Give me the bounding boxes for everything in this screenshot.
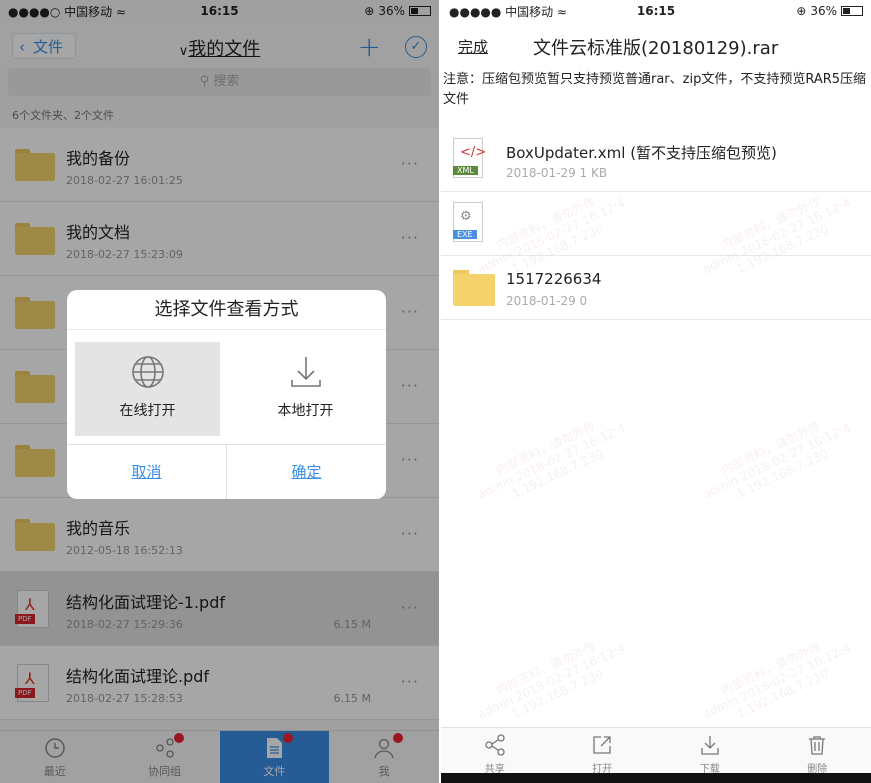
clock: 16:15 bbox=[636, 4, 676, 18]
code-icon: </> bbox=[460, 145, 487, 160]
file-type-tag: XML bbox=[453, 166, 478, 175]
open-local-option[interactable]: 本地打开 bbox=[233, 342, 378, 436]
archive-preview-screen: ●●●●● 中国移动 ≈ 16:15 ⊕ 36% 完成 文件云标准版(20180… bbox=[441, 0, 871, 783]
preview-notice: 注意：压缩包预览暂只支持预览普通rar、zip文件，不支持预览RAR5压缩文件 bbox=[443, 72, 867, 107]
item-name: BoxUpdater.xml (暂不支持压缩包预览) bbox=[506, 144, 777, 162]
screenshot-root: ●●●●○ 中国移动 ≈ 16:15 ⊕ 36% ‹ 文件 ∨我的文件 + ✓ ⚲… bbox=[0, 0, 871, 783]
dialog-buttons: 取消 确定 bbox=[67, 444, 386, 499]
battery: ⊕ 36% bbox=[725, 4, 863, 18]
online-label: 在线打开 bbox=[119, 403, 176, 419]
watermark-line: admin 2018-02-27 16:12:4 bbox=[475, 640, 628, 722]
cancel-button[interactable]: 取消 bbox=[67, 445, 226, 499]
share-icon bbox=[485, 734, 505, 756]
status-bar: ●●●●● 中国移动 ≈ 16:15 ⊕ 36% bbox=[441, 0, 871, 22]
carrier-text: ●●●●● 中国移动 ≈ bbox=[449, 4, 568, 19]
open-mode-dialog: 选择文件查看方式 在线打开 本地打开 取消 确定 bbox=[67, 290, 386, 499]
watermark: 内部资料，请勿外传 admin 2018-02-27 16:12:4 1.192.1… bbox=[470, 408, 634, 514]
exe-file-icon: ⚙ EXE bbox=[453, 202, 483, 242]
dialog-title: 选择文件查看方式 bbox=[67, 290, 386, 330]
watermark: 内部资料，请勿外传 admin 2018-02-27 16:12:4 1.192.1… bbox=[695, 628, 859, 734]
local-label: 本地打开 bbox=[277, 403, 334, 419]
xml-file-icon: </> XML bbox=[453, 138, 487, 178]
watermark: 内部资料，请勿外传 admin 2018-02-27 16:12:4 1.192.1… bbox=[470, 628, 634, 734]
open-online-option[interactable]: 在线打开 bbox=[75, 342, 220, 436]
open-external-icon bbox=[593, 736, 611, 754]
download-icon bbox=[290, 357, 321, 387]
watermark-line: admin 2018-02-27 16:12:4 bbox=[700, 640, 853, 722]
gear-icon: ⚙ bbox=[460, 209, 472, 224]
item-meta: 2018-01-29 0 bbox=[506, 294, 588, 308]
bottom-edge bbox=[441, 773, 871, 783]
alarm-icon: ⊕ bbox=[796, 4, 807, 18]
done-button[interactable]: 完成 bbox=[458, 36, 488, 57]
battery-percent: 36% bbox=[810, 4, 837, 18]
watermark-line: admin 2018-02-27 16:12:4 bbox=[700, 420, 853, 502]
trash-icon bbox=[809, 736, 826, 755]
archive-item[interactable]: </> XML BoxUpdater.xml (暂不支持压缩包预览) 2018-0… bbox=[441, 128, 871, 192]
battery-icon bbox=[841, 6, 863, 16]
watermark: 内部资料，请勿外传 admin 2018-02-27 16:12:4 1.192.1… bbox=[695, 408, 859, 514]
globe-icon bbox=[131, 356, 164, 388]
file-list-screen: ●●●●○ 中国移动 ≈ 16:15 ⊕ 36% ‹ 文件 ∨我的文件 + ✓ ⚲… bbox=[0, 0, 439, 783]
download-icon bbox=[701, 736, 719, 755]
archive-title: 文件云标准版(20180129).rar bbox=[533, 38, 779, 59]
nav-bar: 完成 文件云标准版(20180129).rar bbox=[441, 22, 871, 68]
item-meta: 2018-01-29 1 KB bbox=[506, 166, 608, 180]
watermark-line: admin 2018-02-27 16:12:4 bbox=[475, 420, 628, 502]
file-type-tag: EXE bbox=[453, 230, 477, 239]
confirm-button[interactable]: 确定 bbox=[226, 445, 386, 499]
